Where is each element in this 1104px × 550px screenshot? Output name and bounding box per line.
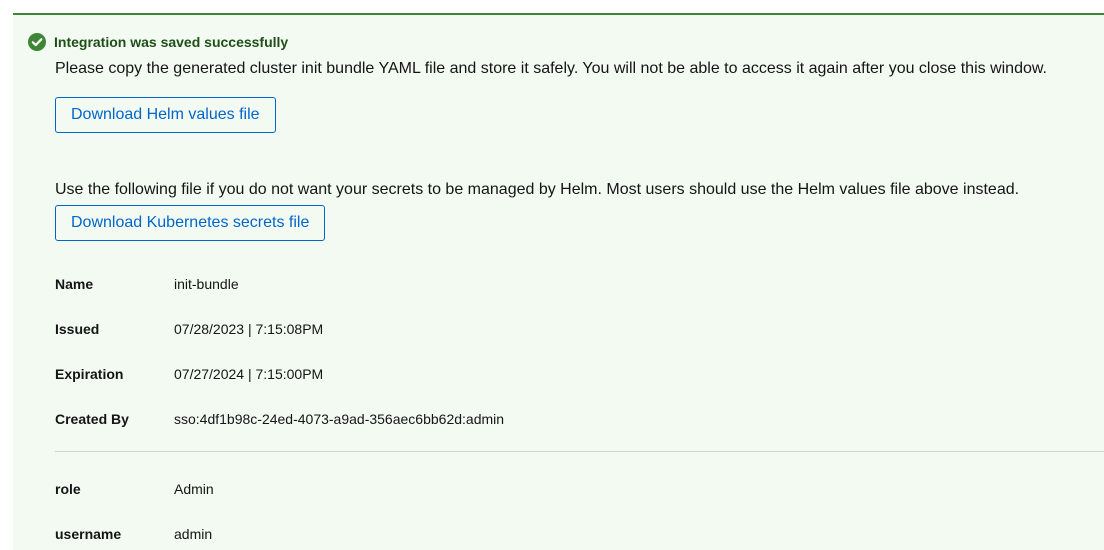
attribute-value: admin [174, 526, 213, 542]
alert-title: Integration was saved successfully [54, 34, 289, 50]
detail-row-created-by: Created By sso:4df1b98c-24ed-4073-a9ad-3… [55, 409, 504, 429]
detail-row-expiration: Expiration 07/27/2024 | 7:15:00PM [55, 364, 323, 384]
attribute-value: Admin [174, 481, 214, 497]
attribute-row-username: username admin [55, 524, 212, 544]
success-alert: Integration was saved successfully Pleas… [13, 13, 1104, 550]
detail-value: init-bundle [174, 276, 239, 292]
detail-value: 07/28/2023 | 7:15:08PM [174, 321, 324, 337]
check-circle-icon [28, 33, 46, 51]
detail-term: Issued [55, 321, 100, 337]
attribute-term: username [55, 526, 122, 542]
detail-value: 07/27/2024 | 7:15:00PM [174, 366, 324, 382]
alert-body: Please copy the generated cluster init b… [55, 58, 1104, 542]
attribute-term: role [55, 481, 81, 497]
detail-term: Name [55, 276, 94, 292]
detail-row-name: Name init-bundle [55, 274, 239, 294]
attribute-row-role: role Admin [55, 479, 214, 499]
detail-term: Expiration [55, 366, 124, 382]
download-helm-values-button[interactable]: Download Helm values file [55, 97, 276, 133]
secrets-note: Use the following file if you do not wan… [55, 181, 1020, 198]
detail-value: sso:4df1b98c-24ed-4073-a9ad-356aec6bb62d… [174, 411, 505, 427]
download-kubernetes-secrets-button[interactable]: Download Kubernetes secrets file [55, 205, 326, 241]
detail-row-issued: Issued 07/28/2023 | 7:15:08PM [55, 319, 323, 339]
alert-header: Integration was saved successfully [28, 33, 288, 51]
detail-term: Created By [55, 411, 129, 427]
section-divider [55, 451, 1104, 452]
alert-message: Please copy the generated cluster init b… [55, 60, 1047, 77]
